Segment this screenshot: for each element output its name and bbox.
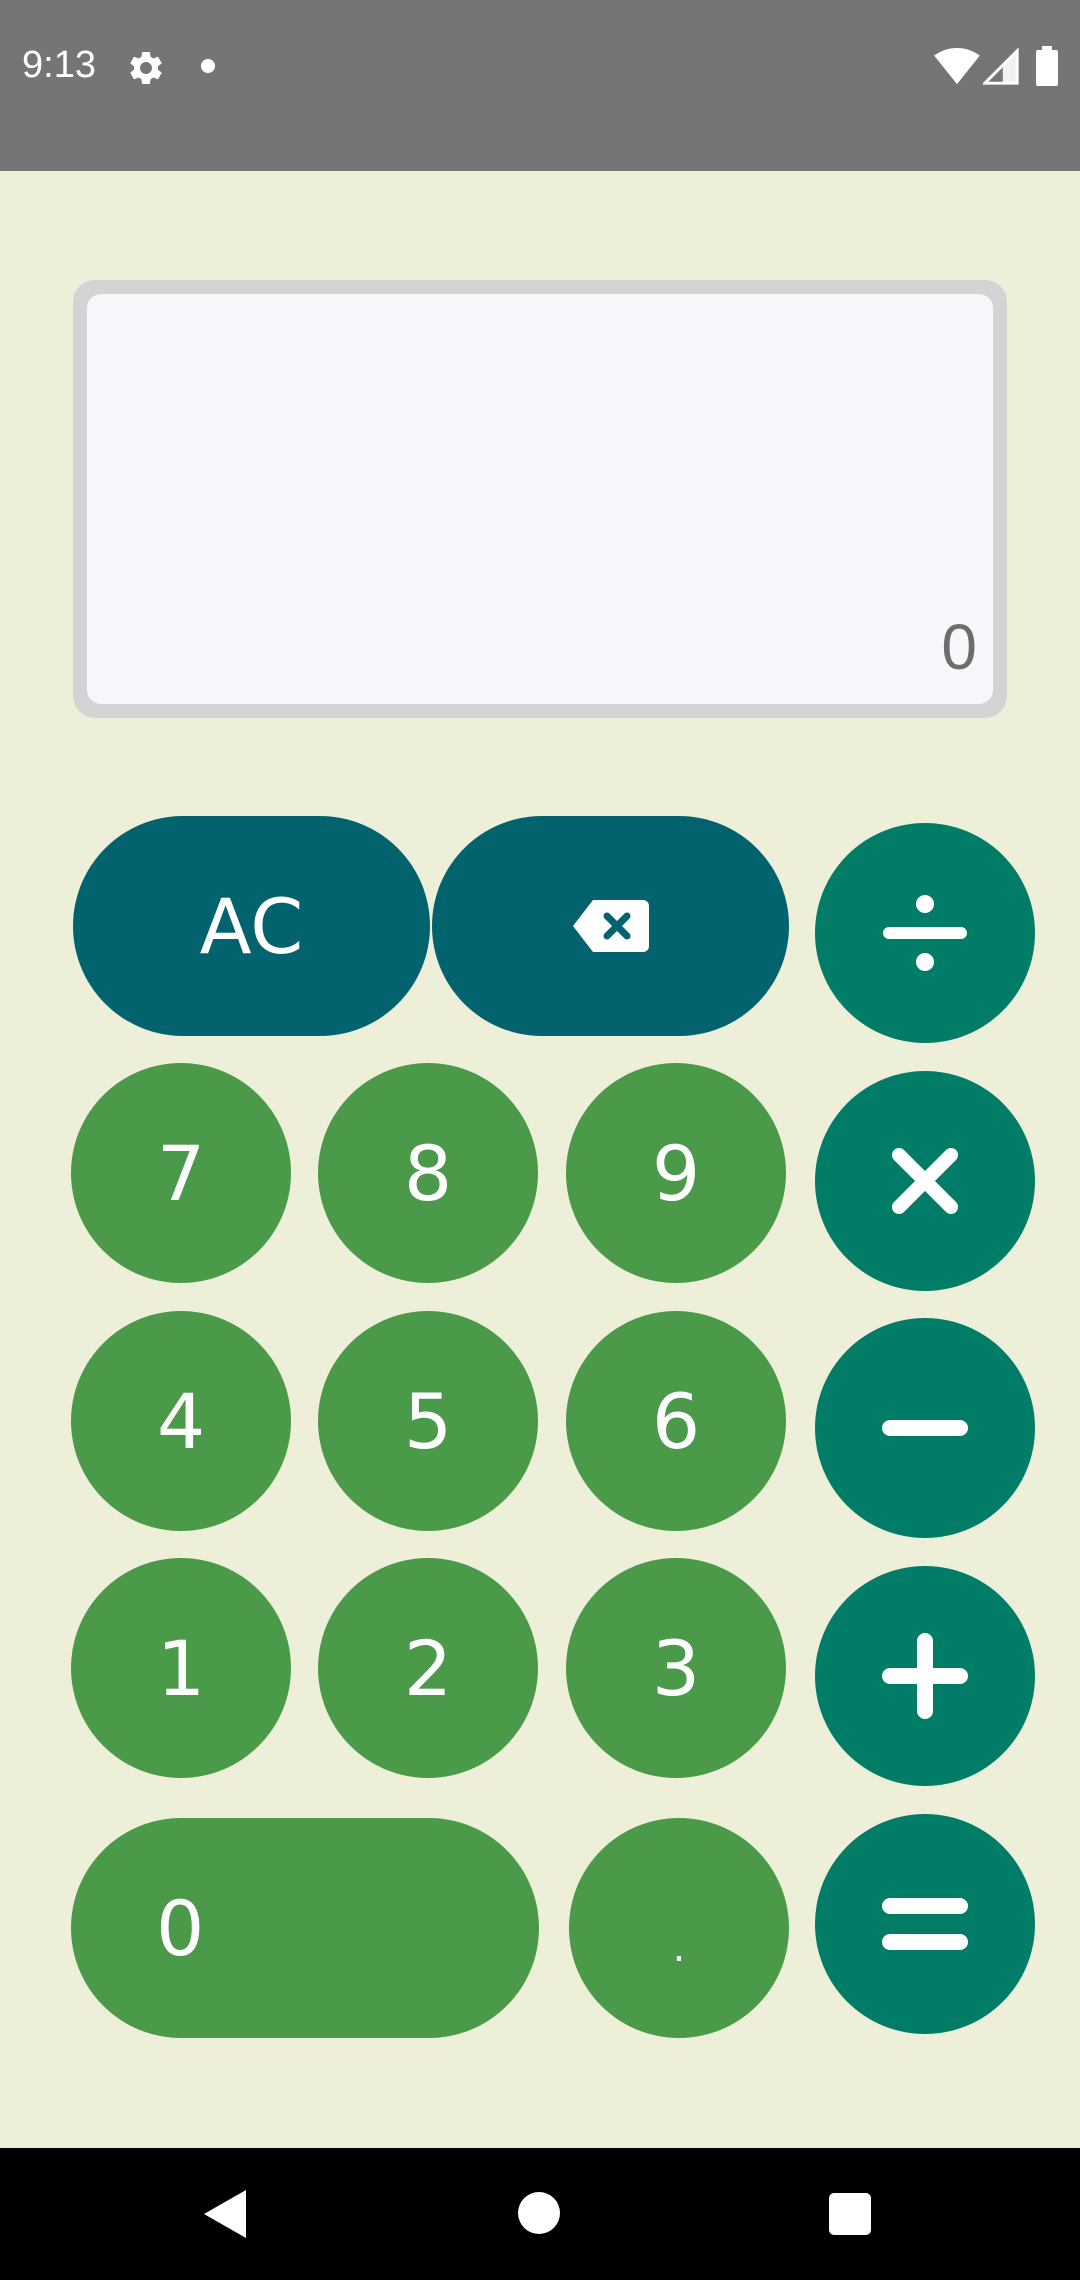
status-bar: 9:13	[0, 0, 1080, 171]
divide-icon	[883, 895, 967, 971]
navigation-bar	[0, 2148, 1080, 2280]
digit-8-button[interactable]: 8	[318, 1063, 538, 1283]
battery-icon	[1036, 46, 1058, 86]
notification-dot	[201, 59, 215, 73]
display-screen: 0	[87, 294, 993, 704]
subtract-button[interactable]	[815, 1318, 1035, 1538]
digit-7-label: 7	[156, 1128, 206, 1218]
decimal-button[interactable]: .	[569, 1818, 789, 2038]
digit-3-label: 3	[651, 1623, 701, 1713]
clear-label: AC	[199, 881, 304, 971]
cell-signal-icon	[983, 48, 1019, 85]
calculator-app: 0 AC 7 8 9 4 5 6 1 2 3 0 .	[0, 171, 1080, 2148]
digit-9-button[interactable]: 9	[566, 1063, 786, 1283]
multiply-button[interactable]	[815, 1071, 1035, 1291]
digit-4-label: 4	[156, 1376, 206, 1466]
digit-5-button[interactable]: 5	[318, 1311, 538, 1531]
backspace-icon	[572, 900, 649, 952]
digit-6-label: 6	[651, 1376, 701, 1466]
digit-2-label: 2	[403, 1623, 453, 1713]
display-value: 0	[941, 611, 977, 683]
recents-icon[interactable]	[829, 2193, 871, 2235]
digit-5-label: 5	[403, 1376, 453, 1466]
settings-icon	[130, 51, 162, 84]
multiply-icon	[892, 1148, 958, 1214]
plus-icon	[882, 1633, 968, 1719]
equals-button[interactable]	[815, 1814, 1035, 2034]
divide-button[interactable]	[815, 823, 1035, 1043]
digit-4-button[interactable]: 4	[71, 1311, 291, 1531]
digit-1-button[interactable]: 1	[71, 1558, 291, 1778]
digit-0-button[interactable]: 0	[71, 1818, 539, 2038]
clear-button[interactable]: AC	[73, 816, 430, 1036]
equals-icon	[882, 1898, 968, 1950]
decimal-label: .	[672, 1925, 686, 1971]
digit-6-button[interactable]: 6	[566, 1311, 786, 1531]
digit-0-label: 0	[156, 1883, 205, 1973]
digit-8-label: 8	[403, 1128, 453, 1218]
digit-7-button[interactable]: 7	[71, 1063, 291, 1283]
home-icon[interactable]	[518, 2192, 560, 2234]
digit-1-label: 1	[156, 1623, 206, 1713]
wifi-icon	[934, 48, 980, 85]
digit-2-button[interactable]: 2	[318, 1558, 538, 1778]
backspace-button[interactable]	[432, 816, 789, 1036]
back-icon[interactable]	[202, 2188, 248, 2240]
calculator-display: 0	[73, 280, 1007, 718]
digit-3-button[interactable]: 3	[566, 1558, 786, 1778]
digit-9-label: 9	[651, 1128, 701, 1218]
status-time: 9:13	[22, 44, 96, 86]
minus-icon	[882, 1420, 968, 1436]
add-button[interactable]	[815, 1566, 1035, 1786]
